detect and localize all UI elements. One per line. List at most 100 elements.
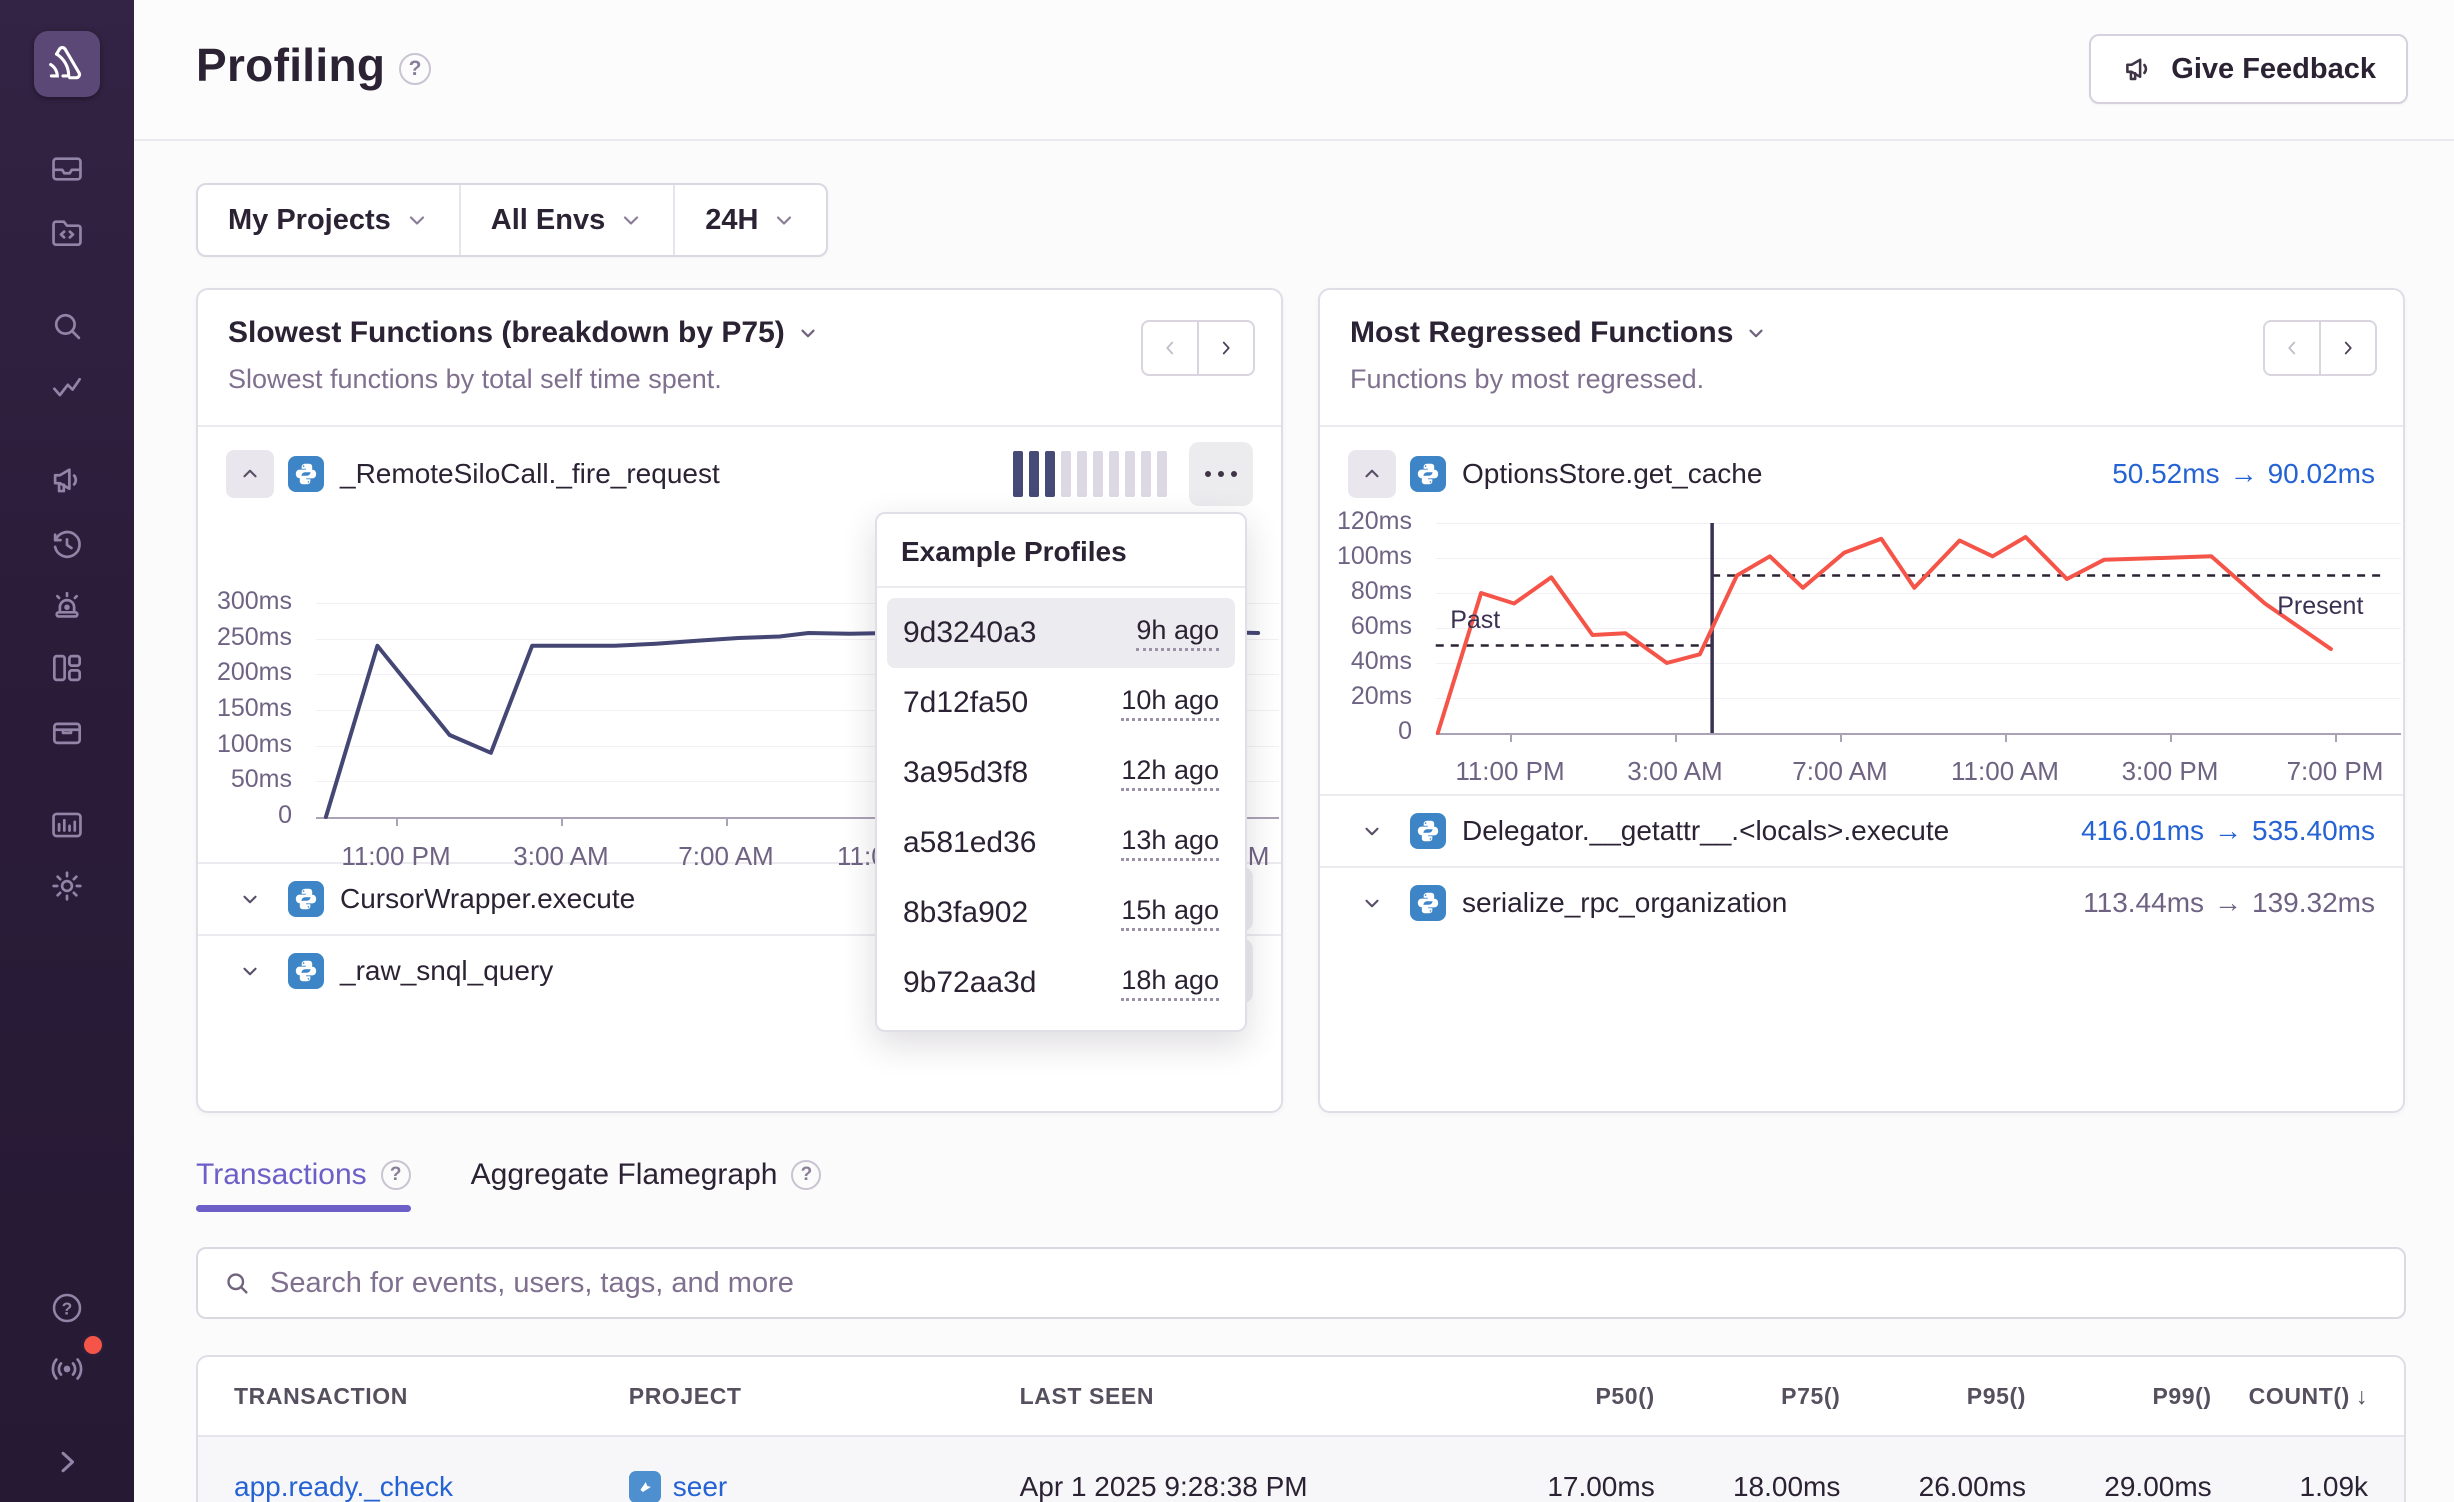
project-filter[interactable]: My Projects	[198, 185, 459, 255]
p75-value: 18.00ms	[1655, 1471, 1841, 1502]
arrow-right-icon: →	[2204, 887, 2252, 918]
sidebar-item-alerts[interactable]	[35, 574, 99, 638]
slowest-card-title[interactable]: Slowest Functions (breakdown by P75)	[228, 316, 1251, 350]
project-link[interactable]: seer	[673, 1471, 727, 1502]
profile-item[interactable]: 9d3240a3 9h ago	[887, 598, 1235, 668]
col-p50[interactable]: P50()	[1469, 1383, 1655, 1410]
flamegraph-help-icon[interactable]: ?	[791, 1160, 821, 1190]
seer-logo	[635, 1477, 655, 1497]
profiling-tabs: Transactions ? Aggregate Flamegraph ?	[196, 1158, 2406, 1212]
col-count[interactable]: COUNT()↓	[2212, 1383, 2368, 1410]
col-last-seen[interactable]: LAST SEEN	[1020, 1383, 1469, 1410]
col-p95[interactable]: P95()	[1840, 1383, 2026, 1410]
profile-item[interactable]: 8b3fa90215h ago	[887, 878, 1235, 948]
function-name[interactable]: _RemoteSiloCall._fire_request	[340, 458, 720, 490]
regression-values[interactable]: 416.01ms→535.40ms	[2081, 815, 2375, 847]
profile-id: 9d3240a3	[903, 616, 1036, 650]
sidebar-item-explore[interactable]	[35, 200, 99, 264]
prev-page-button[interactable]	[2263, 320, 2321, 376]
sidebar-collapse-toggle[interactable]	[35, 1430, 99, 1494]
profile-age-link[interactable]: 12h ago	[1121, 755, 1219, 791]
collapse-row-button[interactable]	[1348, 450, 1396, 498]
profile-options-button[interactable]	[1189, 442, 1253, 506]
before-value: 113.44ms	[2083, 887, 2204, 918]
col-p99[interactable]: P99()	[2026, 1383, 2212, 1410]
broadcast-icon	[48, 1350, 86, 1388]
search-input[interactable]	[270, 1267, 2380, 1300]
date-range-filter[interactable]: 24H	[673, 185, 826, 255]
sidebar-item-feedback[interactable]	[35, 448, 99, 512]
example-profiles-dropdown: Example Profiles 9d3240a39h ago7d12fa501…	[875, 512, 1247, 1032]
before-value: 416.01ms	[2081, 815, 2204, 846]
col-project[interactable]: PROJECT	[629, 1383, 1020, 1410]
next-page-button[interactable]	[2319, 320, 2377, 376]
expand-row-button[interactable]	[226, 947, 274, 995]
python-logo	[292, 460, 320, 488]
function-name[interactable]: serialize_rpc_organization	[1462, 887, 1787, 919]
prev-page-button[interactable]	[1141, 320, 1199, 376]
sidebar-item-search[interactable]	[35, 294, 99, 358]
slowest-card-title-label: Slowest Functions (breakdown by P75)	[228, 316, 785, 350]
sidebar-item-help[interactable]: ?	[35, 1276, 99, 1340]
profile-item[interactable]: 9b72aa3d18h ago	[887, 948, 1235, 1018]
sidebar-item-replays[interactable]	[35, 513, 99, 577]
expand-row-button[interactable]	[1348, 879, 1396, 927]
help-icon: ?	[48, 1289, 86, 1327]
expand-row-button[interactable]	[226, 875, 274, 923]
spark-bar	[1125, 451, 1135, 497]
regressed-card-pager	[2263, 320, 2377, 376]
sidebar-item-traces[interactable]	[35, 356, 99, 420]
profile-age-link[interactable]: 13h ago	[1121, 825, 1219, 861]
p95-value: 26.00ms	[1840, 1471, 2026, 1502]
slowest-card-pager	[1141, 320, 1255, 376]
transactions-help-icon[interactable]: ?	[381, 1160, 411, 1190]
profiling-help-icon[interactable]: ?	[399, 53, 431, 85]
table-row[interactable]: app.ready._check seer Apr 1 2025 9:28:38…	[198, 1437, 2404, 1502]
profile-age-link[interactable]: 15h ago	[1121, 895, 1219, 931]
regression-values[interactable]: 113.44ms→139.32ms	[2083, 887, 2375, 919]
tab-aggregate-flamegraph[interactable]: Aggregate Flamegraph ?	[471, 1158, 822, 1212]
regressed-card-subtitle: Functions by most regressed.	[1350, 364, 2373, 395]
p50-value: 17.00ms	[1469, 1471, 1655, 1502]
profile-item[interactable]: 7d12fa5010h ago	[887, 668, 1235, 738]
tab-transactions[interactable]: Transactions ?	[196, 1158, 411, 1212]
stats-icon	[48, 806, 86, 844]
profile-item[interactable]: 3a95d3f8 12h ago	[887, 738, 1235, 808]
seer-project-icon	[629, 1471, 661, 1502]
profile-age-link[interactable]: 9h ago	[1136, 615, 1219, 651]
profile-age-link[interactable]: 18h ago	[1121, 965, 1219, 1001]
col-p75[interactable]: P75()	[1655, 1383, 1841, 1410]
sidebar-item-dashboards[interactable]	[35, 636, 99, 700]
col-transaction[interactable]: TRANSACTION	[234, 1383, 629, 1410]
transactions-table: TRANSACTION PROJECT LAST SEEN P50() P75(…	[196, 1355, 2406, 1502]
profile-item[interactable]: a581ed3613h ago	[887, 808, 1235, 878]
function-name[interactable]: OptionsStore.get_cache	[1462, 458, 1762, 490]
sidebar-item-whats-new[interactable]	[35, 1337, 99, 1401]
search-bar	[196, 1247, 2406, 1319]
profile-id: 3a95d3f8	[903, 756, 1028, 790]
svg-text:?: ?	[62, 1298, 73, 1318]
threshold-label-present: Present	[2277, 592, 2363, 621]
regression-values[interactable]: 50.52ms→90.02ms	[2112, 458, 2375, 490]
sidebar-item-issues[interactable]	[35, 137, 99, 201]
megaphone-icon	[48, 461, 86, 499]
transaction-link[interactable]: app.ready._check	[234, 1471, 629, 1502]
function-name[interactable]: _raw_snql_query	[340, 955, 553, 987]
spark-bar	[1045, 451, 1055, 497]
expand-row-button[interactable]	[1348, 807, 1396, 855]
sidebar-item-stats[interactable]	[35, 793, 99, 857]
function-name[interactable]: Delegator.__getattr__.<locals>.execute	[1462, 815, 1949, 847]
regressed-card-title[interactable]: Most Regressed Functions	[1350, 316, 2373, 350]
next-page-button[interactable]	[1197, 320, 1255, 376]
function-name[interactable]: CursorWrapper.execute	[340, 883, 635, 915]
sidebar-item-settings[interactable]	[35, 854, 99, 918]
chevron-up-icon	[1361, 463, 1383, 485]
environment-filter[interactable]: All Envs	[459, 185, 673, 255]
sidebar-item-releases[interactable]	[35, 699, 99, 763]
profile-age-link[interactable]: 10h ago	[1121, 685, 1219, 721]
chevron-up-icon	[239, 463, 261, 485]
give-feedback-button[interactable]: Give Feedback	[2089, 34, 2408, 104]
collapse-row-button[interactable]	[226, 450, 274, 498]
sentry-logo[interactable]	[34, 31, 100, 97]
megaphone-icon	[2121, 52, 2155, 86]
